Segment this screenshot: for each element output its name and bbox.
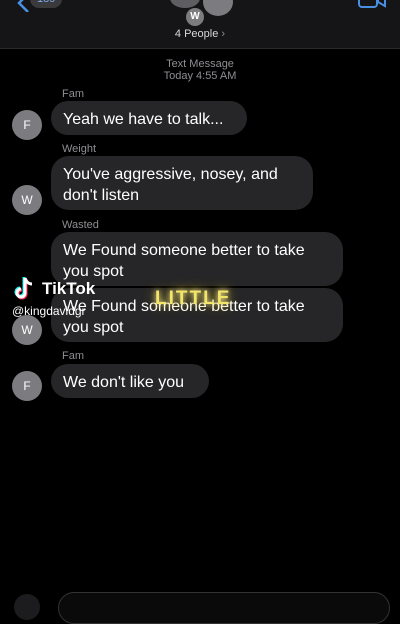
chevron-right-icon: › — [221, 28, 226, 40]
message-bubble[interactable]: We Found someone better to take you spot — [51, 232, 343, 286]
group-avatar-back[interactable] — [170, 0, 200, 8]
tiktok-brand: TikTok — [42, 279, 96, 298]
group-avatar-small[interactable]: W — [186, 8, 204, 26]
message-text-line: We Found someone better to take — [63, 242, 305, 259]
avatar[interactable]: F — [12, 110, 42, 140]
message-bubble[interactable]: We don't like you — [51, 364, 209, 398]
service-label: Text Message — [166, 58, 234, 70]
message-bubble[interactable]: Yeah we have to talk... — [51, 101, 247, 135]
sender-name: Weight — [62, 143, 97, 155]
sender-name: Fam — [62, 350, 84, 362]
apps-button[interactable] — [14, 594, 40, 620]
avatar[interactable]: W — [12, 185, 42, 215]
group-title-text[interactable]: 4 People — [175, 28, 218, 40]
unread-count-badge[interactable]: 189 — [30, 0, 63, 8]
message-text-line: don't listen — [63, 187, 139, 204]
sender-name: Wasted — [62, 219, 99, 231]
message-text: We don't like you — [63, 374, 185, 391]
message-input[interactable] — [58, 592, 390, 624]
sender-name: Fam — [62, 88, 84, 100]
video-caption: LITTLE — [155, 288, 232, 309]
video-call-icon[interactable] — [358, 0, 386, 10]
conversation-timestamp: Text Message Today 4:55 AM — [0, 58, 400, 82]
group-title[interactable]: 4 People › — [0, 28, 400, 40]
message-bubble[interactable]: You've aggressive, nosey, and don't list… — [51, 156, 313, 210]
message-text: Yeah we have to talk... — [63, 111, 224, 128]
message-text-line: you spot — [63, 263, 124, 280]
group-avatar[interactable] — [203, 0, 233, 16]
tiktok-username: @kingdavidgr — [12, 304, 86, 318]
conversation-header: 189 W 4 People › — [0, 0, 400, 49]
message-text-line: You've aggressive, nosey, and — [63, 166, 278, 183]
avatar[interactable]: W — [12, 315, 42, 345]
tiktok-logo-icon — [14, 277, 33, 300]
time-label: Today 4:55 AM — [163, 70, 237, 82]
message-text-line: you spot — [63, 319, 124, 336]
avatar[interactable]: F — [12, 371, 42, 401]
